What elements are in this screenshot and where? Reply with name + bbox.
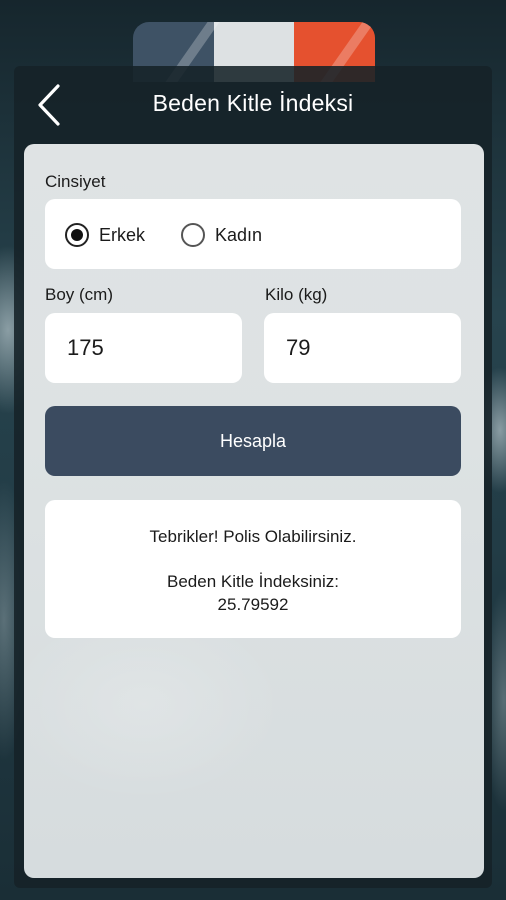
radio-erkek-label: Erkek xyxy=(99,224,146,245)
result-box: Tebrikler! Polis Olabilirsiniz. Beden Ki… xyxy=(45,500,461,638)
radio-kadin-label: Kadın xyxy=(215,224,263,245)
page-title: Beden Kitle İndeksi xyxy=(152,90,354,116)
gender-label: Cinsiyet xyxy=(45,172,106,191)
height-label: Boy (cm) xyxy=(45,285,113,304)
app-header: Beden Kitle İndeksi xyxy=(14,66,492,144)
result-message: Tebrikler! Polis Olabilirsiniz. xyxy=(149,527,357,546)
radio-kadin[interactable]: Kadın xyxy=(181,221,262,249)
radio-erkek[interactable]: Erkek xyxy=(65,221,145,249)
height-field-box xyxy=(45,313,242,383)
weight-field-box xyxy=(264,313,461,383)
gender-radio-group: Erkek Kadın xyxy=(45,199,461,269)
weight-input[interactable] xyxy=(286,313,436,383)
calculate-button[interactable]: Hesapla xyxy=(45,406,461,476)
radio-checked-icon xyxy=(65,223,89,247)
height-input[interactable] xyxy=(67,313,217,383)
bmi-label: Beden Kitle İndeksiniz: xyxy=(167,572,339,591)
radio-unchecked-icon xyxy=(181,223,205,247)
weight-label: Kilo (kg) xyxy=(265,285,328,304)
bmi-value: 25.79592 xyxy=(217,595,289,614)
